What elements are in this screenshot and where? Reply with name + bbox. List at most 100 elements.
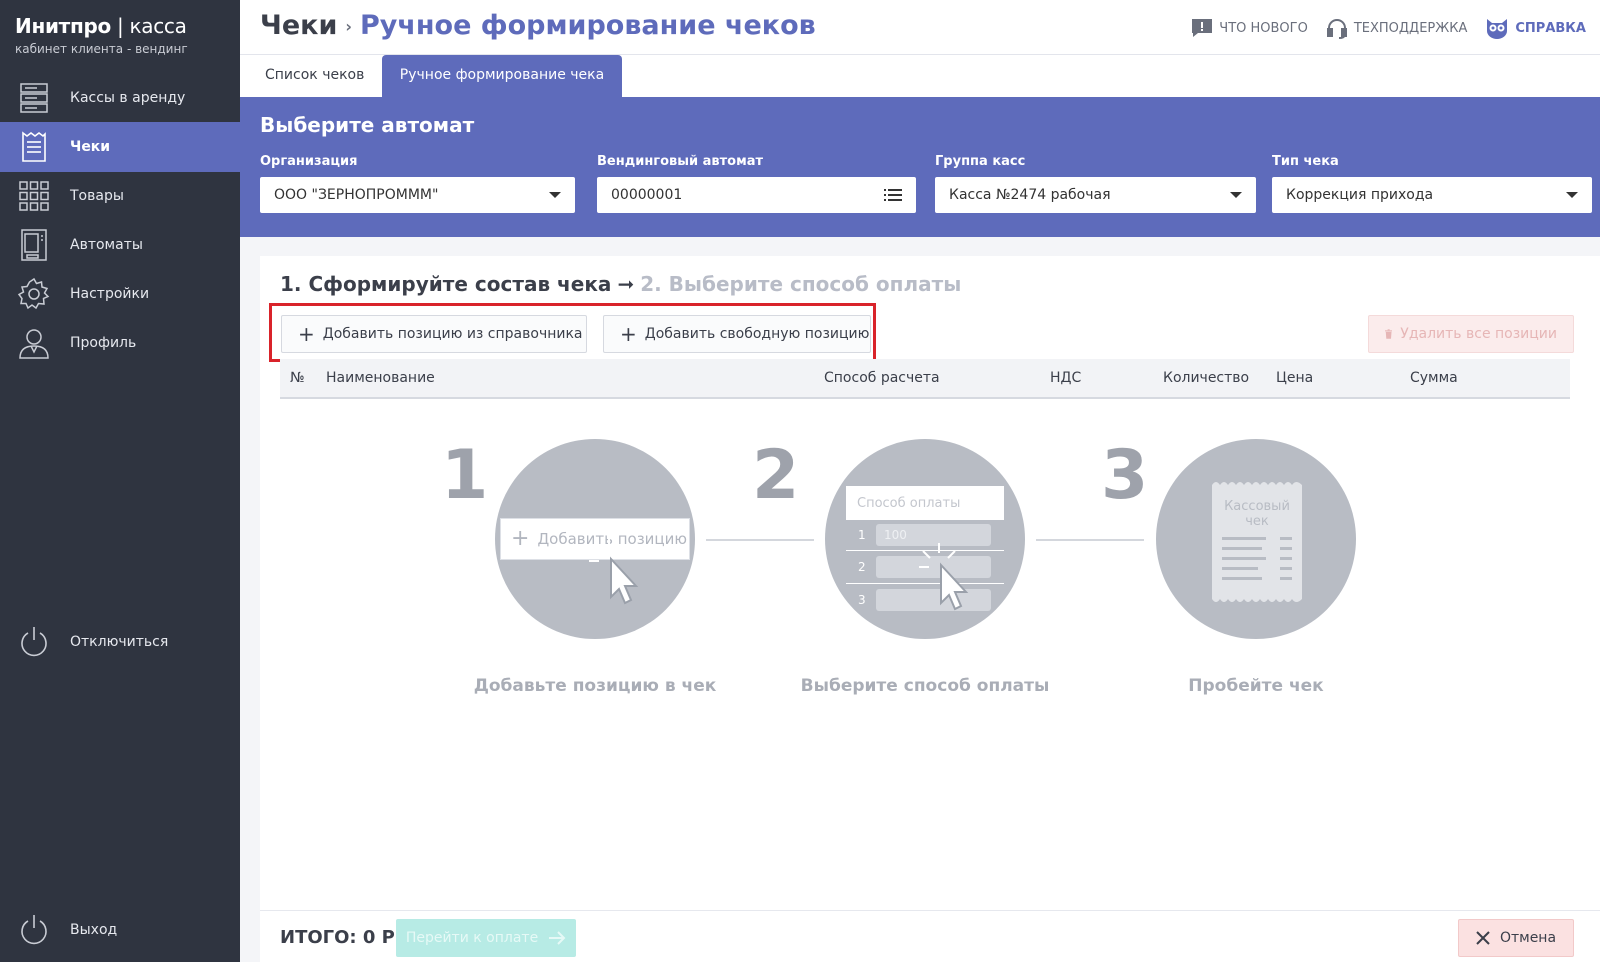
group-value: Касса №2474 рабочая [949,187,1111,203]
column-vat: НДС [1050,370,1082,386]
row-number: 2 [858,560,866,574]
sidebar: Инитпро | касса кабинет клиента - вендин… [0,0,240,962]
brand-separator: | [110,14,130,38]
add-free-position-button[interactable]: + Добавить свободную позицию [603,315,871,353]
column-price: Цена [1276,370,1314,386]
step-number: 1 [441,436,489,515]
breadcrumb-root[interactable]: Чеки [260,10,337,41]
vending-machine-icon [21,229,47,261]
table-header: № Наименование Способ расчета НДС Количе… [280,359,1570,399]
owl-icon [1487,19,1508,39]
brand-name: Инитпро [15,14,111,38]
disconnect-button[interactable]: Отключиться [0,617,240,667]
help-link[interactable]: СПРАВКА [1485,17,1586,39]
selector-title: Выберите автомат [260,113,475,137]
announcement-icon [1192,19,1213,37]
delete-all-label: Удалить все позиции [1400,326,1557,342]
group-select[interactable]: Касса №2474 рабочая [935,177,1256,213]
cancel-label: Отмена [1499,930,1557,946]
machine-field[interactable]: 00000001 [597,177,916,213]
trash-icon [1385,329,1393,339]
check-type-select[interactable]: Коррекция прихода [1272,177,1592,213]
tabs: Список чеков Ручное формирование чека [240,55,1600,97]
footer: ИТОГО: 0 Р Перейти к оплате Отмена [260,910,1600,962]
sidebar-item-rent[interactable]: Кассы в аренду [0,73,240,123]
total-amount: ИТОГО: 0 Р [280,927,395,948]
payment-method-illustration: Способ оплаты 1 2 3 100 [825,439,1025,639]
connector-line [706,539,814,541]
column-name: Наименование [326,370,435,386]
row-number: 1 [858,528,866,542]
step-1-caption: Добавьте позицию в чек [473,676,717,696]
step-number: 2 [752,436,800,515]
logout-label: Выход [70,922,118,938]
arrow-right-icon: ➞ [617,272,635,296]
check-type-value: Коррекция прихода [1286,187,1434,203]
sidebar-item-label: Настройки [70,286,150,302]
check-composition-card: 1. Сформируйте состав чека ➞ 2. Выберите с… [260,256,1600,962]
plus-icon: + [298,322,315,346]
chevron-down-icon [1230,192,1242,198]
add-position-illustration: + Добавить позицию [495,439,695,639]
group-label: Группа касс [935,154,1026,169]
breadcrumb: Чеки › Ручное формирование чеков [260,10,816,41]
plus-icon: + [511,526,530,551]
header-links: ЧТО НОВОГО ТЕХПОДДЕРЖКА СПРАВКА [1191,17,1586,39]
sidebar-item-label: Товары [70,188,124,204]
type-label: Тип чека [1272,154,1339,169]
receipt-label: Кассовый чек [1224,499,1290,529]
brand-title: Инитпро | касса [15,14,188,38]
column-sum: Сумма [1410,370,1458,386]
close-icon [1476,931,1490,945]
connector-line [1036,539,1144,541]
go-to-payment-label: Перейти к оплате [405,930,539,946]
step-1-title: 1. Сформируйте состав чека [280,272,612,296]
sidebar-item-goods[interactable]: Товары [0,171,240,221]
tab-manual-check[interactable]: Ручное формирование чека [382,55,622,97]
brand-subtitle: кабинет клиента - вендинг [15,42,188,56]
plus-icon: + [620,322,637,346]
delete-all-button[interactable]: Удалить все позиции [1368,315,1574,353]
whats-new-label: ЧТО НОВОГО [1219,20,1308,36]
machine-label: Вендинговый автомат [597,154,764,169]
add-from-catalog-label: Добавить позицию из справочника [322,326,583,342]
chevron-down-icon [549,192,561,198]
column-payment-method: Способ расчета [824,370,940,386]
add-free-position-label: Добавить свободную позицию [644,326,870,342]
machine-selector: Выберите автомат Организация ООО "ЗЕРНОП… [240,97,1600,237]
row-number: 3 [858,593,866,607]
list-icon[interactable] [884,188,902,202]
sidebar-item-label: Автоматы [70,237,143,253]
receipt-icon [1212,482,1302,602]
brand-name-thin: касса [129,14,187,38]
support-link[interactable]: ТЕХПОДДЕРЖКА [1326,17,1467,39]
brand: Инитпро | касса кабинет клиента - вендин… [15,14,188,56]
sidebar-item-profile[interactable]: Профиль [0,318,240,368]
column-quantity: Количество [1163,370,1250,386]
logout-button[interactable]: Выход [0,905,240,955]
machine-value: 00000001 [611,187,683,203]
whats-new-link[interactable]: ЧТО НОВОГО [1191,18,1308,38]
org-select[interactable]: ООО "ЗЕРНОПРОМММ" [260,177,575,213]
add-from-catalog-button[interactable]: + Добавить позицию из справочника [281,315,587,353]
server-rack-icon [20,83,48,113]
tab-checks-list[interactable]: Список чеков [240,55,389,97]
power-icon [21,627,47,657]
steps-header: 1. Сформируйте состав чека ➞ 2. Выберите с… [280,272,961,296]
go-to-payment-button[interactable]: Перейти к оплате [396,919,576,957]
sidebar-item-settings[interactable]: Настройки [0,269,240,319]
header: Чеки › Ручное формирование чеков ЧТО НОВОГ… [240,0,1600,55]
org-value: ООО "ЗЕРНОПРОМММ" [274,187,439,203]
grid-icon [19,181,49,211]
sidebar-item-checks[interactable]: Чеки [0,122,240,172]
cursor-icon [589,537,639,605]
help-label: СПРАВКА [1515,20,1586,36]
illustration-payment-header: Способ оплаты [846,486,1004,520]
receipt-icon [22,131,46,162]
sidebar-item-machines[interactable]: Автоматы [0,220,240,270]
column-number: № [290,370,305,386]
cancel-button[interactable]: Отмена [1458,919,1574,957]
user-icon [19,329,49,359]
step-3-caption: Пробейте чек [1188,676,1324,696]
step-number: 3 [1101,436,1149,515]
